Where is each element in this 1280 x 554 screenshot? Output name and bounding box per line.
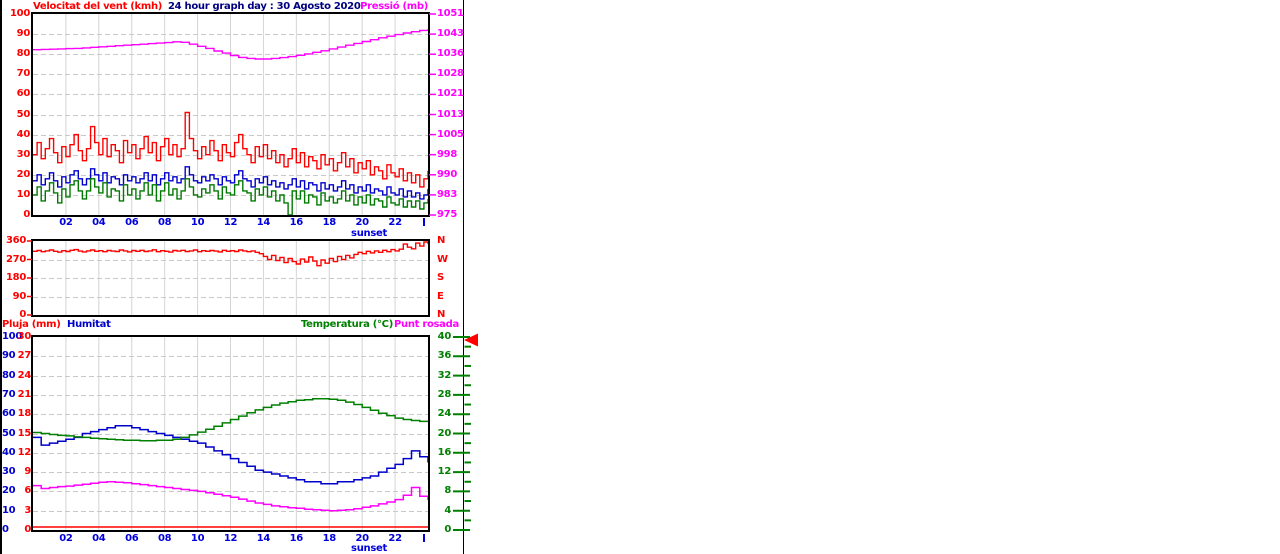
hour-label: 18 — [322, 217, 337, 228]
direction-y-tick-label: 0 — [19, 309, 26, 320]
pressure-y-tick-label: 1036 — [437, 48, 464, 60]
wind-y-tick-label: 80 — [16, 48, 31, 60]
wind-y-tick-label: 40 — [16, 128, 31, 140]
temperature-max-arrow-icon — [464, 333, 478, 347]
hour-label: 22 — [388, 217, 402, 228]
hour-label: 20 — [355, 533, 370, 544]
hour-label: 20 — [355, 217, 370, 228]
compass-point-label: W — [437, 253, 448, 265]
pressure-y-tick-label: 1028 — [437, 68, 464, 80]
rain-y-tick-label: 12 — [17, 446, 32, 458]
pressure-y-tick-label: 1043 — [437, 28, 464, 40]
wind-direction-chart — [31, 239, 430, 317]
temperature-y-tick-label: 32 — [437, 369, 452, 381]
temperature-y-tick-label: 24 — [437, 408, 452, 420]
direction-y-tick-label: 180 — [6, 272, 26, 283]
sunset-label-top: sunset — [351, 228, 387, 239]
wind-y-tick-label: 100 — [10, 8, 30, 19]
pressure-y-tick-label: 1021 — [437, 88, 464, 100]
hour-label: 14 — [256, 217, 271, 228]
hour-label: 08 — [158, 217, 172, 228]
temperature-axis-title: Temperatura (°C) — [300, 319, 393, 330]
rain-y-tick-label: 21 — [17, 388, 32, 400]
humidity-axis-title: Humitat — [67, 319, 111, 330]
temperature-y-tick-label: 16 — [437, 446, 452, 458]
hour-label: 06 — [125, 533, 139, 544]
hour-label: 02 — [59, 217, 73, 228]
hour-label: 12 — [223, 533, 238, 544]
wind-y-tick-label: 60 — [16, 88, 31, 100]
direction-y-tick-label: 360 — [6, 235, 26, 246]
pressure-y-tick-label: 1051 — [437, 8, 464, 19]
temperature-y-tick-label: 28 — [437, 388, 452, 400]
direction-y-tick-label: 270 — [6, 253, 26, 265]
compass-point-label: S — [437, 272, 444, 283]
rain-y-tick-label: 30 — [17, 331, 32, 342]
pressure-y-tick-label: 990 — [437, 168, 457, 180]
temperature-y-tick-label: 0 — [444, 524, 451, 535]
temperature-y-tick-label: 4 — [444, 504, 451, 516]
pressure-y-tick-label: 975 — [437, 209, 457, 220]
pressure-y-tick-label: 1013 — [437, 108, 464, 120]
temperature-y-tick-label: 8 — [444, 485, 451, 497]
compass-point-label: N — [437, 309, 446, 320]
temperature-y-tick-label: 36 — [437, 350, 452, 362]
hour-label: 14 — [256, 533, 271, 544]
hour-label: 10 — [190, 217, 205, 228]
wind-y-tick-label: 70 — [16, 68, 31, 80]
pressure-y-tick-label: 1005 — [437, 128, 464, 140]
wind-y-tick-label: 90 — [16, 28, 31, 40]
hygro-plot-area — [33, 337, 428, 530]
hour-label: 02 — [59, 533, 73, 544]
rain-y-tick-label: 9 — [24, 466, 31, 478]
rain-humidity-temp-dew-chart — [31, 335, 430, 532]
hour-label: 12 — [223, 217, 238, 228]
rain-y-tick-label: 18 — [17, 408, 32, 420]
rain-y-tick-label: 15 — [17, 427, 32, 439]
weather-24h-graph-page: Velocitat del vent (kmh) 24 hour graph d… — [0, 0, 1280, 554]
wind-y-tick-label: 10 — [16, 188, 31, 200]
rain-y-tick-label: 6 — [24, 485, 31, 497]
rain-y-tick-label: 27 — [17, 350, 32, 362]
hour-label: 08 — [158, 533, 172, 544]
rain-y-tick-label: 0 — [24, 524, 31, 535]
pressure-y-tick-label: 983 — [437, 188, 457, 200]
rain-y-tick-label: 24 — [17, 369, 32, 381]
temperature-y-tick-label: 12 — [437, 466, 452, 478]
temperature-y-tick-label: 20 — [437, 427, 452, 439]
compass-point-label: E — [437, 290, 444, 302]
compass-point-label: N — [437, 235, 446, 246]
wind-y-tick-label: 0 — [23, 209, 30, 220]
direction-y-tick-label: 90 — [12, 290, 27, 302]
wind-plot-area — [33, 14, 428, 215]
pressure-y-tick-label: 998 — [437, 148, 457, 160]
hour-label: 10 — [190, 533, 205, 544]
rain-y-tick-label: 3 — [24, 504, 31, 516]
wind-y-tick-label: 30 — [16, 148, 31, 160]
hour-label: 22 — [388, 533, 402, 544]
wind-y-tick-label: 50 — [16, 108, 31, 120]
hour-label: 16 — [289, 217, 304, 228]
hour-label: 18 — [322, 533, 337, 544]
temperature-y-tick-label: 40 — [437, 331, 452, 342]
wind-pressure-chart — [31, 12, 430, 217]
hour-label: 04 — [92, 533, 106, 544]
wind-y-tick-label: 20 — [16, 168, 31, 180]
hour-label: 16 — [289, 533, 304, 544]
dir-plot-area — [33, 241, 428, 315]
hour-label: 04 — [92, 217, 106, 228]
hour-label: 06 — [125, 217, 139, 228]
